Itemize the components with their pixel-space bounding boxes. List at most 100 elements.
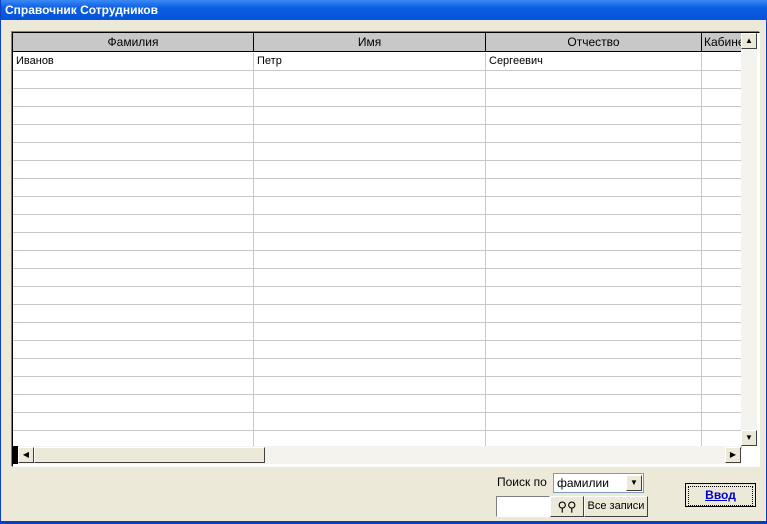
table-row[interactable]: [13, 341, 742, 359]
table-cell[interactable]: [13, 359, 254, 377]
table-cell[interactable]: [254, 233, 486, 251]
table-cell[interactable]: Сергеевич: [486, 53, 702, 71]
table-cell[interactable]: [486, 107, 702, 125]
table-cell[interactable]: Петр: [254, 53, 486, 71]
search-input[interactable]: [496, 496, 550, 517]
table-cell[interactable]: [254, 107, 486, 125]
search-field-select[interactable]: фамилии ▼: [553, 473, 644, 493]
table-cell[interactable]: [486, 233, 702, 251]
table-cell[interactable]: [13, 251, 254, 269]
table-cell[interactable]: [486, 359, 702, 377]
all-records-button[interactable]: Все записи: [584, 496, 648, 517]
table-cell[interactable]: [13, 215, 254, 233]
column-header-lastname[interactable]: Фамилия: [13, 33, 254, 52]
table-cell[interactable]: [702, 269, 742, 287]
table-cell[interactable]: [702, 251, 742, 269]
table-cell[interactable]: [702, 233, 742, 251]
table-cell[interactable]: [13, 269, 254, 287]
table-row[interactable]: [13, 107, 742, 125]
table-cell[interactable]: [702, 413, 742, 431]
table-row[interactable]: [13, 233, 742, 251]
table-cell[interactable]: Иванов: [13, 53, 254, 71]
table-row[interactable]: [13, 359, 742, 377]
table-cell[interactable]: [254, 197, 486, 215]
table-cell[interactable]: [254, 71, 486, 89]
table-row[interactable]: [13, 179, 742, 197]
table-cell[interactable]: [254, 143, 486, 161]
table-cell[interactable]: [254, 377, 486, 395]
table-row[interactable]: [13, 161, 742, 179]
table-cell[interactable]: [254, 161, 486, 179]
table-cell[interactable]: [13, 377, 254, 395]
table-cell[interactable]: [486, 89, 702, 107]
table-cell[interactable]: [702, 179, 742, 197]
vertical-scrollbar[interactable]: ▲ ▼: [741, 33, 757, 446]
table-cell[interactable]: [13, 89, 254, 107]
table-row[interactable]: [13, 251, 742, 269]
table-cell[interactable]: [702, 305, 742, 323]
table-cell[interactable]: [486, 143, 702, 161]
table-cell[interactable]: [702, 341, 742, 359]
table-cell[interactable]: [486, 323, 702, 341]
scroll-left-icon[interactable]: ◀: [18, 447, 34, 463]
table-cell[interactable]: [486, 215, 702, 233]
table-cell[interactable]: [702, 53, 742, 71]
enter-button[interactable]: Ввод: [685, 483, 756, 507]
table-cell[interactable]: [13, 161, 254, 179]
table-cell[interactable]: [702, 71, 742, 89]
table-cell[interactable]: [486, 71, 702, 89]
table-cell[interactable]: [486, 197, 702, 215]
table-cell[interactable]: [702, 143, 742, 161]
table-cell[interactable]: [254, 251, 486, 269]
table-cell[interactable]: [13, 71, 254, 89]
table-cell[interactable]: [13, 395, 254, 413]
table-cell[interactable]: [486, 305, 702, 323]
table-cell[interactable]: [486, 413, 702, 431]
table-cell[interactable]: [702, 107, 742, 125]
table-cell[interactable]: [486, 287, 702, 305]
table-cell[interactable]: [254, 125, 486, 143]
column-header-office[interactable]: Кабинет: [702, 33, 742, 52]
table-row[interactable]: [13, 377, 742, 395]
table-cell[interactable]: [13, 305, 254, 323]
horizontal-scrollbar[interactable]: ◀ ▶: [13, 446, 741, 464]
table-cell[interactable]: [254, 305, 486, 323]
table-cell[interactable]: [254, 89, 486, 107]
table-cell[interactable]: [486, 395, 702, 413]
table-cell[interactable]: [254, 323, 486, 341]
table-cell[interactable]: [13, 197, 254, 215]
column-header-patronymic[interactable]: Отчество: [486, 33, 702, 52]
table-cell[interactable]: [13, 107, 254, 125]
table-cell[interactable]: [254, 395, 486, 413]
table-cell[interactable]: [486, 125, 702, 143]
table-cell[interactable]: [13, 341, 254, 359]
table-cell[interactable]: [702, 323, 742, 341]
table-cell[interactable]: [254, 287, 486, 305]
table-row[interactable]: [13, 305, 742, 323]
table-row[interactable]: [13, 71, 742, 89]
table-cell[interactable]: [254, 179, 486, 197]
table-row[interactable]: [13, 287, 742, 305]
table-row[interactable]: [13, 125, 742, 143]
table-cell[interactable]: [13, 413, 254, 431]
table-cell[interactable]: [13, 179, 254, 197]
table-row[interactable]: [13, 197, 742, 215]
table-row[interactable]: [13, 413, 742, 431]
table-cell[interactable]: [702, 161, 742, 179]
employees-grid[interactable]: Фамилия Имя Отчество Кабинет ИвановПетрС…: [12, 32, 760, 467]
table-cell[interactable]: [254, 341, 486, 359]
table-cell[interactable]: [486, 377, 702, 395]
scroll-thumb[interactable]: [34, 447, 265, 463]
table-row[interactable]: [13, 143, 742, 161]
table-cell[interactable]: [486, 269, 702, 287]
table-row[interactable]: [13, 89, 742, 107]
table-cell[interactable]: [702, 377, 742, 395]
table-cell[interactable]: [702, 89, 742, 107]
table-cell[interactable]: [702, 215, 742, 233]
table-row[interactable]: [13, 215, 742, 233]
table-row[interactable]: [13, 323, 742, 341]
table-cell[interactable]: [13, 323, 254, 341]
table-cell[interactable]: [13, 233, 254, 251]
chevron-down-icon[interactable]: ▼: [626, 475, 642, 491]
table-cell[interactable]: [13, 143, 254, 161]
